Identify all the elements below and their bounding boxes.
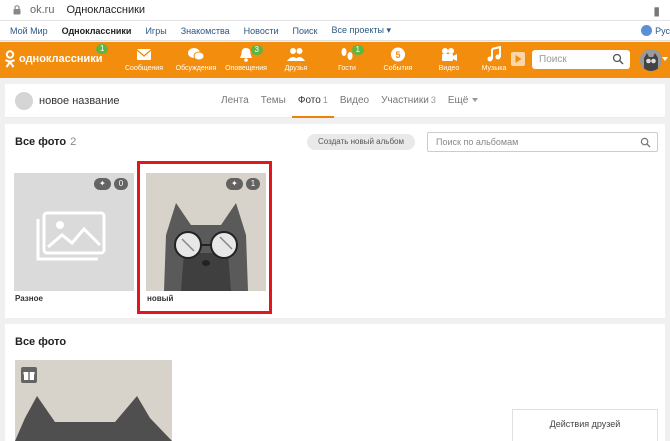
chevron-down-icon: [472, 98, 479, 103]
svg-text:5: 5: [395, 50, 400, 60]
album-name-misc[interactable]: Разное: [15, 294, 43, 303]
tab-video[interactable]: Видео: [334, 84, 375, 118]
events-icon: 5: [391, 47, 405, 62]
ok-logo[interactable]: одноклассники: [4, 50, 103, 68]
browser-address-bar: ok.ru Одноклассники ▮: [0, 0, 670, 21]
gift-icon[interactable]: [21, 367, 37, 383]
lock-icon: [13, 5, 21, 15]
highlight-frame: [137, 161, 272, 314]
globe-icon: [641, 25, 653, 36]
tab-more[interactable]: Ещё: [442, 84, 484, 118]
albums-title: Все фото 2: [15, 136, 77, 148]
page-title: Одноклассники: [66, 4, 146, 16]
nav-guests[interactable]: Гости 1: [318, 45, 376, 72]
music-play-button[interactable]: [511, 52, 525, 66]
chat-icon: [188, 48, 205, 61]
cat-photo-icon: [15, 360, 172, 441]
chevron-down-icon[interactable]: [662, 57, 668, 61]
portal-link-ok[interactable]: Одноклассники: [62, 26, 132, 36]
user-avatar[interactable]: [640, 49, 662, 71]
notifications-badge: 3: [250, 45, 263, 55]
group-tabs: Лента Темы Фото 1 Видео Участники 3 Ещё: [215, 84, 484, 118]
search-icon: [640, 137, 651, 148]
tab-photos[interactable]: Фото 1: [291, 84, 334, 118]
albums-section: Все фото 2 Создать новый альбом Поиск по …: [5, 124, 665, 318]
portal-link-news[interactable]: Новости: [244, 26, 279, 36]
nav-messages[interactable]: Сообщения: [115, 46, 173, 72]
album-tag-misc: ✦ 0: [91, 178, 129, 190]
guests-badge: 1: [351, 45, 364, 55]
portal-link-search[interactable]: Поиск: [292, 26, 317, 36]
portal-link-games[interactable]: Игры: [145, 26, 166, 36]
image-placeholder-icon: [36, 211, 106, 261]
logo-text: одноклассники: [19, 53, 103, 65]
tab-topics[interactable]: Темы: [255, 84, 292, 118]
logo-badge: 1: [96, 44, 109, 54]
portal-link-dating[interactable]: Знакомства: [181, 26, 230, 36]
group-avatar[interactable]: [15, 92, 33, 110]
album-count-misc: 0: [113, 178, 129, 190]
chevron-down-icon: ▾: [386, 25, 392, 35]
portal-link-all-projects[interactable]: Все проекты ▾: [331, 25, 391, 36]
pin-icon: ✦: [94, 178, 111, 190]
friends-activity-panel[interactable]: Действия друзей: [512, 409, 658, 441]
main-toolbar: одноклассники 1 Сообщения Обсуждения Опо…: [0, 42, 670, 78]
language-switch[interactable]: Рус: [641, 25, 670, 36]
cat-avatar-icon: [640, 49, 662, 71]
tab-feed[interactable]: Лента: [215, 84, 255, 118]
play-icon: [515, 55, 522, 63]
music-icon: [487, 46, 501, 62]
create-album-button[interactable]: Создать новый альбом: [307, 134, 415, 150]
search-icon: [612, 53, 624, 65]
nav-friends[interactable]: Друзья: [267, 46, 325, 72]
photo-thumbnail[interactable]: [15, 360, 172, 441]
portal-nav: Мой Мир Одноклассники Игры Знакомства Но…: [0, 21, 670, 41]
search-input[interactable]: Поиск: [532, 50, 630, 69]
album-search-input[interactable]: Поиск по альбомам: [427, 132, 658, 152]
tab-members[interactable]: Участники 3: [375, 84, 442, 118]
gift-glyph: [23, 372, 35, 380]
group-name[interactable]: новое название: [39, 95, 120, 107]
video-icon: [442, 48, 457, 61]
all-photos-title: Все фото: [15, 336, 67, 348]
ok-logo-icon: [4, 50, 16, 68]
envelope-icon: [136, 49, 152, 60]
address-url[interactable]: ok.ru: [30, 4, 54, 16]
album-cover-misc[interactable]: [14, 173, 134, 291]
nav-events[interactable]: 5 События: [369, 46, 427, 72]
portal-link-mymir[interactable]: Мой Мир: [10, 26, 48, 36]
friends-icon: [287, 48, 305, 61]
group-header: новое название Лента Темы Фото 1 Видео Уч…: [5, 84, 665, 118]
bookmark-icon[interactable]: ▮: [653, 4, 660, 18]
